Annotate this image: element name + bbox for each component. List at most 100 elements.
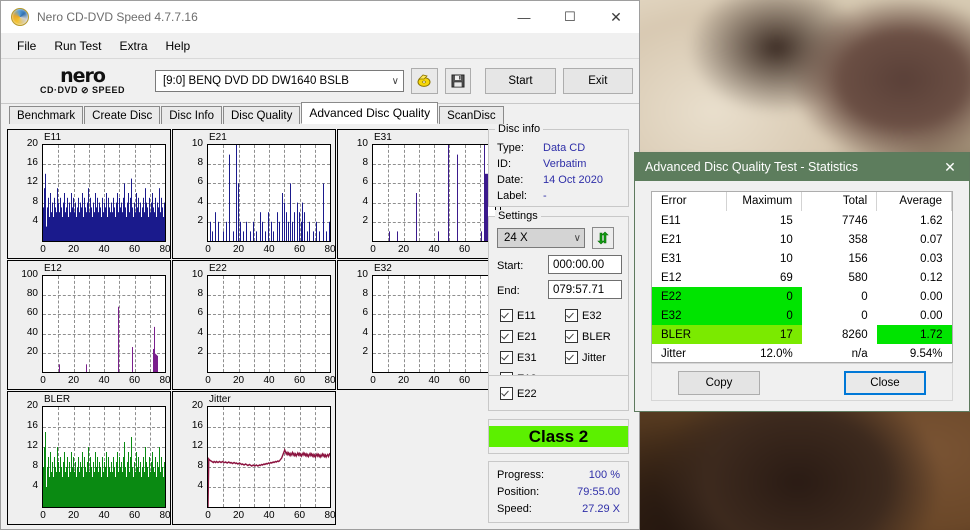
cell-total: 8260: [842, 328, 868, 341]
tab-scandisc[interactable]: ScanDisc: [439, 106, 504, 124]
cell-error: BLER: [652, 325, 727, 344]
tab-disc-info[interactable]: Disc Info: [161, 106, 222, 124]
x-axis-tick: 20: [67, 510, 80, 521]
cell-average: 9.54%: [909, 347, 943, 360]
gridline-vertical: [434, 276, 435, 372]
minimize-button[interactable]: —: [501, 2, 547, 33]
checkbox-e21[interactable]: E21: [500, 330, 537, 343]
tool-bar: nero CD·DVD ⊘ SPEED [9:0] BENQ DVD DD DW…: [1, 59, 639, 104]
nero-logo-wordmark: nero: [60, 64, 106, 87]
checkbox-e32[interactable]: E32: [565, 309, 602, 322]
x-axis-tick: 20: [67, 244, 80, 255]
tab-benchmark[interactable]: Benchmark: [9, 106, 84, 124]
bar-series: [43, 432, 165, 507]
x-axis-tick: 60: [458, 375, 471, 386]
column-header-error[interactable]: Error: [652, 192, 728, 211]
cell-average: 1.72: [876, 325, 952, 344]
checkbox-jitter[interactable]: Jitter: [565, 351, 606, 364]
plot-area: [372, 275, 496, 373]
chart-e22: E22 2 4 6 8 10 0 20 40 60 80: [172, 260, 336, 390]
statistics-dialog-close-icon[interactable]: ✕: [931, 153, 969, 181]
copy-button[interactable]: Copy: [678, 371, 760, 395]
menu-item-file[interactable]: File: [9, 36, 44, 56]
table-row[interactable]: E31 10 156 0.03: [652, 249, 952, 268]
bar-series: [43, 173, 165, 241]
refresh-button[interactable]: [592, 227, 614, 249]
close-button[interactable]: Close: [844, 371, 926, 395]
progress-value: 100 %: [588, 469, 620, 481]
table-row[interactable]: E32 0 0 0.00: [652, 306, 952, 325]
y-axis-tick: 16: [191, 420, 203, 431]
checkbox-e11[interactable]: E11: [500, 309, 536, 322]
cell-average: 0.12: [920, 271, 943, 284]
y-axis-tick: 10: [356, 138, 368, 149]
table-row[interactable]: E21 10 358 0.07: [652, 230, 952, 249]
column-header-average[interactable]: Average: [876, 192, 952, 211]
y-axis-tick: 4: [32, 214, 38, 226]
start-time-input[interactable]: 000:00.00: [548, 255, 622, 274]
save-button[interactable]: [444, 68, 472, 94]
x-axis-tick: 0: [370, 375, 376, 386]
drive-select[interactable]: [9:0] BENQ DVD DD DW1640 BSLB ∨: [154, 70, 404, 92]
y-axis-tick: 100: [21, 269, 38, 280]
table-row[interactable]: E12 69 580 0.12: [652, 268, 952, 287]
gridline-vertical: [314, 276, 316, 372]
x-axis-tick: 0: [205, 375, 211, 386]
x-axis-tick: 60: [458, 244, 471, 255]
table-row[interactable]: BLER 17 8260 1.72: [652, 325, 952, 344]
menu-item-help[interactable]: Help: [158, 36, 199, 56]
statistics-dialog-button-row: Copy Close: [651, 363, 953, 401]
checkbox-e22[interactable]: E22: [500, 387, 537, 400]
x-axis-tick: 40: [98, 375, 110, 386]
close-button[interactable]: ✕: [593, 2, 639, 33]
start-button[interactable]: Start: [485, 68, 556, 94]
x-axis-tick: 20: [397, 375, 410, 386]
y-axis-tick: 4: [32, 480, 38, 491]
disc-info-button[interactable]: [410, 68, 438, 94]
exit-button[interactable]: Exit: [562, 68, 633, 94]
menu-item-extra[interactable]: Extra: [111, 36, 155, 56]
speed-select[interactable]: 24 X ∨: [497, 228, 585, 248]
x-axis-tick: 60: [293, 375, 306, 386]
end-time-input[interactable]: 079:57.71: [548, 280, 622, 299]
tab-disc-quality[interactable]: Disc Quality: [223, 106, 301, 124]
bar-series: [389, 145, 490, 241]
tab-content-advanced-disc-quality: E11 4 8 12 16 20 0 20 40 60 80 E21 2 4 6 8 10 0 20 40 60 80 …: [7, 123, 633, 525]
x-axis-tick: 40: [428, 244, 440, 255]
table-row[interactable]: E22 0 0 0.00: [652, 287, 952, 306]
x-axis-tick: 40: [263, 510, 275, 521]
disc-label-label: Label:: [497, 190, 527, 202]
plot-area: [372, 144, 496, 242]
gridline-vertical: [403, 276, 405, 372]
speed-label: Speed:: [497, 503, 532, 515]
maximize-button[interactable]: ☐: [547, 2, 593, 33]
tab-create-disc[interactable]: Create Disc: [84, 106, 161, 124]
checkbox-bler[interactable]: BLER: [565, 330, 611, 343]
y-axis-tick: 8: [197, 460, 203, 471]
y-axis-tick: 6: [362, 176, 368, 188]
column-header-maximum[interactable]: Maximum: [726, 192, 803, 211]
checkbox-e31[interactable]: E31: [500, 351, 537, 364]
plot-area: [42, 406, 166, 508]
cell-average: 0.03: [920, 252, 943, 265]
chevron-down-icon: ∨: [573, 232, 581, 244]
statistics-dialog-title: Advanced Disc Quality Test - Statistics: [645, 160, 859, 174]
menu-item-run-test[interactable]: Run Test: [46, 36, 109, 56]
gridline-vertical: [464, 276, 466, 372]
x-axis-tick: 0: [40, 375, 46, 386]
chart-jitter: Jitter 4 8 12 16 20 0 20 40 60 80: [172, 391, 336, 525]
column-header-total[interactable]: Total: [801, 192, 878, 211]
cell-error: E12: [661, 271, 682, 284]
tab-advanced-disc-quality[interactable]: Advanced Disc Quality: [301, 102, 439, 124]
table-row[interactable]: Jitter 12.0% n/a 9.54%: [652, 344, 952, 363]
cell-maximum: 17: [726, 325, 802, 344]
y-axis-tick: 8: [362, 288, 368, 300]
table-row[interactable]: E11 15 7746 1.62: [652, 211, 952, 230]
chart-title: E22: [209, 263, 227, 274]
checkbox-icon: [565, 330, 578, 343]
y-axis-tick: 20: [26, 345, 38, 357]
x-axis-tick: 0: [40, 510, 46, 521]
y-axis-tick: 4: [362, 195, 368, 207]
y-axis-tick: 60: [26, 307, 38, 319]
y-axis-tick: 8: [197, 288, 203, 300]
